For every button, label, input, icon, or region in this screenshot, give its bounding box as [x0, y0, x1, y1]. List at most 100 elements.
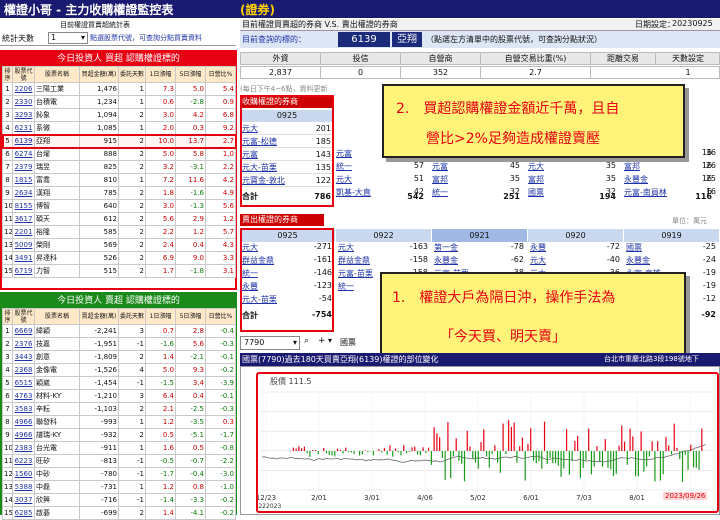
broker-name[interactable]: 元富-苗栗: [338, 268, 373, 279]
table-row[interactable]: 84966聯發科-99311.2-3.50.3: [3, 416, 236, 429]
table-row[interactable]: 92634漢翔78521.8-1.64.9: [3, 187, 236, 200]
broker-name[interactable]: 元大: [336, 174, 352, 185]
table-row[interactable]: 46231系微1,08512.00.39.2: [3, 122, 236, 135]
stock-code-link[interactable]: 6274: [13, 148, 35, 161]
broker-name[interactable]: 永豐金: [434, 255, 458, 266]
table-row[interactable]: 108155博智64023.0-1.35.6: [3, 200, 236, 213]
hint-text: 點選股票代號，可查詢分點買賣資料: [90, 33, 202, 43]
table-row[interactable]: 156285啟碁-69921.4-4.1-0.2: [3, 507, 236, 520]
table-cell: 1: [119, 122, 146, 135]
broker-name[interactable]: 富邦: [528, 174, 544, 185]
table-row[interactable]: 102383台光電-91111.60.5-0.8: [3, 442, 236, 455]
add-icon[interactable]: +: [318, 336, 326, 346]
broker-name[interactable]: 元富: [336, 148, 352, 159]
broker-name[interactable]: 凱基-大直: [336, 187, 371, 198]
broker-name-button[interactable]: 國票: [340, 337, 356, 348]
stock-name-field: 亞翔: [392, 32, 422, 47]
stock-code-link[interactable]: 6669: [13, 325, 35, 338]
days-select[interactable]: 1▾: [48, 32, 88, 44]
broker-amount: 35: [486, 174, 520, 183]
broker-name[interactable]: 國票: [528, 187, 544, 198]
table-row[interactable]: 16669緯穎-2,24130.72.8-0.4: [3, 325, 236, 338]
table-row[interactable]: 42368金像電-1,52645.09.3-0.2: [3, 364, 236, 377]
broker-name[interactable]: 元大: [530, 255, 546, 266]
broker-name[interactable]: 統一: [338, 281, 354, 292]
table-row[interactable]: 121560中砂-780-1-1.7-0.4-3.0: [3, 468, 236, 481]
table-row[interactable]: 12206三陽工業1,47617.35.05.4: [3, 83, 236, 96]
sell-brokers-title: 賣出權證的券商: [240, 214, 324, 226]
broker-name[interactable]: 富邦: [624, 161, 640, 172]
table-row[interactable]: 143491昇達科52626.99.03.3: [3, 252, 236, 265]
stock-code-link[interactable]: 6515: [13, 377, 35, 390]
stock-code-link[interactable]: 2376: [13, 338, 35, 351]
broker-name[interactable]: 元大: [528, 161, 544, 172]
table-row[interactable]: 135388中磊-73111.20.8-1.0: [3, 481, 236, 494]
stock-code-link[interactable]: 6719: [13, 265, 35, 278]
date-value[interactable]: 20230925: [672, 19, 713, 28]
broker-name[interactable]: 統一: [432, 187, 448, 198]
table-row[interactable]: 143037欣興-716-1-1.4-3.3-0.2: [3, 494, 236, 507]
stock-code-link[interactable]: 6139: [13, 135, 35, 148]
stock-code-link[interactable]: 4966: [13, 429, 35, 442]
stock-code-link[interactable]: 2379: [13, 161, 35, 174]
table-row[interactable]: 72379瑞昱82523.2-3.12.2: [3, 161, 236, 174]
table-row[interactable]: 94966譜瑞-KY-93220.5-5.1-1.7: [3, 429, 236, 442]
stock-code-link[interactable]: 5388: [13, 481, 35, 494]
dropdown-icon[interactable]: ▾: [328, 336, 332, 345]
broker-code-select[interactable]: 7790▾: [240, 336, 300, 350]
stock-code-link[interactable]: 8155: [13, 200, 35, 213]
table-cell: 526: [80, 252, 119, 265]
table-row[interactable]: 73583辛耘-1,10322.1-2.5-0.3: [3, 403, 236, 416]
stock-code-link[interactable]: 3293: [13, 109, 35, 122]
stock-code-link[interactable]: 1560: [13, 468, 35, 481]
table-cell: 1,094: [80, 109, 119, 122]
table-row[interactable]: 66274台燿88825.05.81.0: [3, 148, 236, 161]
broker-name[interactable]: 元大: [338, 242, 354, 253]
stock-code-link[interactable]: 3583: [13, 403, 35, 416]
table-row[interactable]: 116223旺矽-813-1-0.5-0.7-2.2: [3, 455, 236, 468]
stock-code-link[interactable]: 3443: [13, 351, 35, 364]
stock-code-link[interactable]: 2634: [13, 187, 35, 200]
broker-name[interactable]: 永豐: [530, 242, 546, 253]
stock-code-link[interactable]: 2201: [13, 226, 35, 239]
search-icon[interactable]: ⌕: [304, 336, 309, 346]
table-row[interactable]: 56515穎崴-1,454-1-1.53.4-3.9: [3, 377, 236, 390]
stock-code-link[interactable]: 4763: [13, 390, 35, 403]
broker-name[interactable]: 第一金: [434, 242, 458, 253]
table-row[interactable]: 81815富喬81017.211.64.2: [3, 174, 236, 187]
table-row[interactable]: 122201裕隆58522.21.25.7: [3, 226, 236, 239]
table-row[interactable]: 156719力智51521.7-1.83.1: [3, 265, 236, 278]
stock-code-link[interactable]: 3617: [13, 213, 35, 226]
stock-code-link[interactable]: 3491: [13, 252, 35, 265]
broker-name[interactable]: 群益金鼎: [338, 255, 370, 266]
stock-code-link[interactable]: 2206: [13, 83, 35, 96]
stock-code-link[interactable]: 5009: [13, 239, 35, 252]
broker-name[interactable]: 永豐金: [626, 255, 650, 266]
table-row[interactable]: 113617碩天61225.62.91.2: [3, 213, 236, 226]
stock-code-link[interactable]: 1815: [13, 174, 35, 187]
stock-code-link[interactable]: 6231: [13, 122, 35, 135]
table-row[interactable]: 22376技嘉-1,951-1-1.65.6-0.3: [3, 338, 236, 351]
table-row[interactable]: 135009榮剛56922.40.44.3: [3, 239, 236, 252]
broker-name[interactable]: 永豐金: [624, 174, 648, 185]
broker-name[interactable]: 統一: [336, 161, 352, 172]
table-row[interactable]: 22330台積電1,23410.6-2.80.9: [3, 96, 236, 109]
stock-code-link[interactable]: 2330: [13, 96, 35, 109]
broker-name[interactable]: 元富: [432, 161, 448, 172]
broker-name[interactable]: 國票: [626, 242, 642, 253]
stock-code-link[interactable]: 2383: [13, 442, 35, 455]
table-row[interactable]: 56139亞翔915210.013.72.7: [3, 135, 236, 148]
broker-name[interactable]: 元富-南員林: [624, 187, 667, 198]
stock-code-field[interactable]: 6139: [338, 32, 390, 47]
date-column-header: 0919: [624, 229, 719, 242]
stock-code-link[interactable]: 6285: [13, 507, 35, 520]
stock-code-link[interactable]: 2368: [13, 364, 35, 377]
table-cell: 5.7: [206, 226, 236, 239]
table-row[interactable]: 64763材料-KY-1,21036.40.4-0.1: [3, 390, 236, 403]
stock-code-link[interactable]: 4966: [13, 416, 35, 429]
table-row[interactable]: 33443創意-1,80921.4-2.1-0.1: [3, 351, 236, 364]
broker-name[interactable]: 富邦: [432, 174, 448, 185]
stock-code-link[interactable]: 6223: [13, 455, 35, 468]
stock-code-link[interactable]: 3037: [13, 494, 35, 507]
table-row[interactable]: 33293鈊象1,09423.04.26.8: [3, 109, 236, 122]
